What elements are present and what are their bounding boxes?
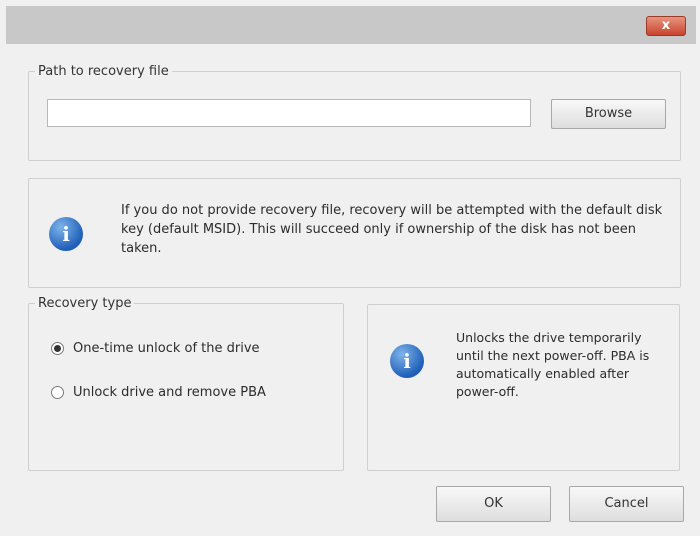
recovery-type-legend: Recovery type	[38, 296, 132, 311]
radio-unlock-remove-pba[interactable]: Unlock drive and remove PBA	[51, 385, 266, 400]
recovery-info-panel: i If you do not provide recovery file, r…	[28, 178, 681, 288]
recovery-type-info-panel: i Unlocks the drive temporarily until th…	[367, 304, 680, 471]
recovery-file-legend: Path to recovery file	[38, 64, 169, 79]
radio-one-time-unlock[interactable]: One-time unlock of the drive	[51, 341, 260, 356]
dialog-body: Path to recovery file Browse i If you do…	[6, 44, 696, 536]
recovery-info-text: If you do not provide recovery file, rec…	[121, 203, 663, 256]
info-icon: i	[49, 217, 83, 251]
ok-button[interactable]: OK	[436, 486, 551, 522]
recovery-file-path-input[interactable]	[47, 99, 531, 127]
radio-button[interactable]	[51, 386, 64, 399]
info-icon: i	[390, 344, 424, 378]
recovery-type-group: Recovery type One-time unlock of the dri…	[28, 296, 344, 471]
recovery-file-group: Path to recovery file Browse	[28, 64, 681, 161]
radio-label: Unlock drive and remove PBA	[73, 385, 266, 400]
close-button[interactable]: x	[646, 16, 686, 36]
radio-label: One-time unlock of the drive	[73, 341, 260, 356]
close-icon: x	[661, 18, 671, 33]
recovery-dialog: x Path to recovery file Browse i If you …	[0, 0, 700, 536]
recovery-type-info-text: Unlocks the drive temporarily until the …	[456, 330, 650, 399]
radio-button-selected[interactable]	[51, 342, 64, 355]
browse-button[interactable]: Browse	[551, 99, 666, 129]
cancel-button[interactable]: Cancel	[569, 486, 684, 522]
title-bar: x	[6, 6, 696, 44]
